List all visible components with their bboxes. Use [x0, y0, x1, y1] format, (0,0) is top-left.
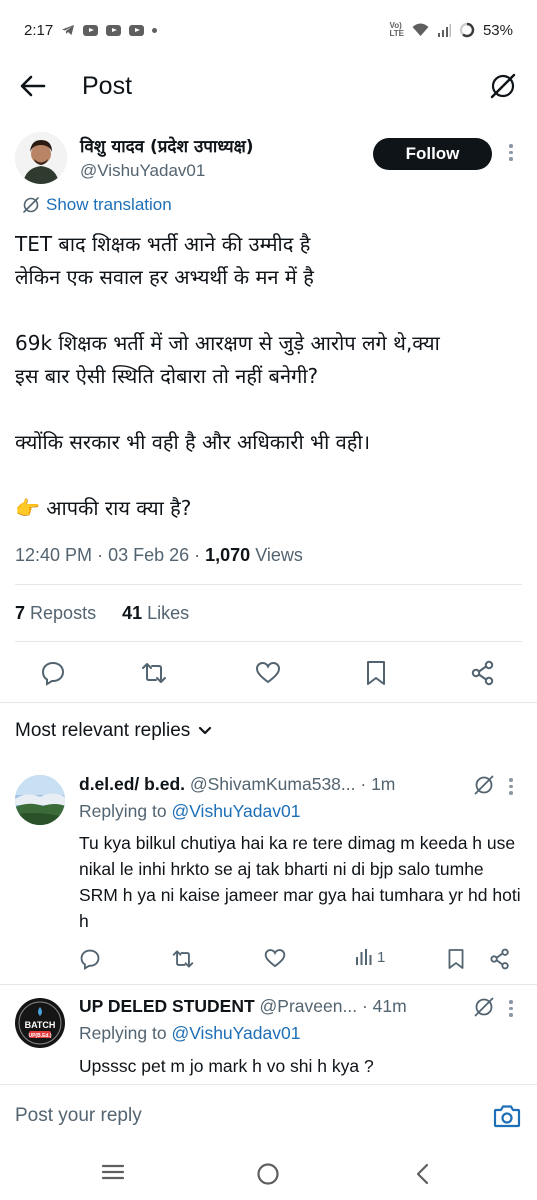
- divider: [0, 984, 537, 985]
- wifi-icon: [412, 23, 429, 37]
- heart-icon[interactable]: [264, 948, 286, 969]
- likes-label: Likes: [147, 603, 190, 623]
- share-icon[interactable]: [469, 659, 497, 687]
- likes-count: 41: [122, 603, 143, 623]
- reply-author: UP DELED STUDENT @Praveen... · 41m: [79, 996, 407, 1016]
- divider: [0, 702, 537, 703]
- divider: [15, 584, 522, 585]
- avatar[interactable]: [15, 775, 65, 825]
- page-title: Post: [82, 71, 133, 100]
- home-icon[interactable]: [256, 1162, 280, 1191]
- post-meta: 12:40 PM · 03 Feb 26 · 1,070 Views: [15, 545, 303, 565]
- replying-to-prefix: Replying to: [79, 1023, 167, 1043]
- more-options-icon[interactable]: [509, 1000, 515, 1020]
- replying-to-mention[interactable]: @VishuYadav01: [171, 1023, 300, 1043]
- post-line: 69k शिक्षक भर्ती में जो आरक्षण से जुड़े …: [15, 331, 440, 355]
- status-bar: 2:17 Vo) LTE 53%: [0, 0, 537, 60]
- reply-author-handle[interactable]: @Praveen...: [260, 996, 358, 1016]
- views-icon: [355, 948, 373, 966]
- heart-icon[interactable]: [254, 659, 282, 687]
- telegram-icon: [61, 24, 75, 36]
- post-line: क्योंकि सरकार भी वही है और अधिकारी भी वह…: [15, 430, 371, 454]
- post-line: 👉 आपकी राय क्या है?: [15, 496, 192, 520]
- reply-icon[interactable]: [39, 659, 67, 687]
- reply-time: 1m: [371, 774, 396, 794]
- more-notifications-icon: [152, 27, 158, 33]
- grok-icon[interactable]: [489, 72, 517, 100]
- replying-to: Replying to @VishuYadav01: [79, 801, 300, 822]
- author-name[interactable]: विशु यादव (प्रदेश उपाध्यक्ष): [80, 134, 254, 157]
- reply-text: Upsssc pet m jo mark h vo shi h kya ?: [79, 1056, 374, 1076]
- post-author: विशु यादव (प्रदेश उपाध्यक्ष) @VishuYadav…: [15, 128, 525, 188]
- post-date: 03 Feb 26: [108, 545, 190, 565]
- replying-to-mention[interactable]: @VishuYadav01: [171, 801, 300, 821]
- replies-sort-dropdown[interactable]: Most relevant replies: [15, 720, 212, 742]
- chevron-down-icon: [198, 726, 212, 736]
- reply-actions: 1: [0, 945, 537, 975]
- back-icon[interactable]: [414, 1162, 430, 1191]
- battery-percent: 53%: [482, 21, 513, 39]
- reply-item[interactable]: BATCH UP(B.Ed.) UP DELED STUDENT @Pravee…: [15, 992, 525, 1084]
- avatar[interactable]: BATCH UP(B.Ed.): [15, 998, 65, 1048]
- reply-author: d.el.ed/ b.ed. @ShivamKuma538... · 1m: [79, 774, 396, 794]
- reply-author-name[interactable]: d.el.ed/ b.ed.: [79, 774, 185, 794]
- replies-header-label: Most relevant replies: [15, 720, 191, 741]
- more-options-icon[interactable]: [509, 144, 515, 164]
- reply-input[interactable]: Post your reply: [15, 1105, 142, 1127]
- follow-button[interactable]: Follow: [373, 138, 492, 170]
- reply-composer: Post your reply: [0, 1084, 537, 1148]
- author-handle[interactable]: @VishuYadav01: [80, 161, 205, 181]
- bookmark-icon[interactable]: [447, 948, 465, 970]
- post-line: TET बाद शिक्षक भर्ती आने की उम्मीद है: [15, 232, 311, 256]
- recent-apps-icon[interactable]: [101, 1162, 125, 1187]
- reply-text: Tu kya bilkul chutiya hai ka re tere dim…: [79, 833, 521, 931]
- avatar-text: BATCH: [25, 1020, 56, 1030]
- reposts-label: Reposts: [30, 603, 97, 623]
- signal-icon: [437, 23, 451, 37]
- views-label[interactable]: Views: [255, 545, 303, 565]
- avatar-text: UP(B.Ed.): [28, 1033, 51, 1039]
- status-time: 2:17: [24, 21, 54, 39]
- views-stat[interactable]: 1: [355, 948, 385, 966]
- battery-icon: [459, 22, 475, 38]
- views-count: 1,070: [205, 545, 251, 565]
- replying-to-prefix: Replying to: [79, 801, 167, 821]
- volte-icon: Vo) LTE: [389, 21, 404, 38]
- reply-icon[interactable]: [79, 948, 101, 970]
- replying-to: Replying to @VishuYadav01: [79, 1023, 300, 1044]
- reply-time: 41m: [372, 996, 407, 1016]
- top-bar: Post: [0, 60, 537, 112]
- repost-icon[interactable]: [171, 948, 195, 970]
- post-line: लेकिन एक सवाल हर अभ्यर्थी के मन में है: [15, 265, 314, 289]
- bookmark-icon[interactable]: [362, 659, 390, 687]
- more-options-icon[interactable]: [509, 778, 515, 798]
- grok-icon[interactable]: [473, 996, 495, 1023]
- grok-icon[interactable]: [473, 774, 495, 801]
- post-line: इस बार ऐसी स्थिति दोबारा तो नहीं बनेगी?: [15, 364, 319, 388]
- show-translation-label: Show translation: [46, 195, 172, 214]
- post-text: TET बाद शिक्षक भर्ती आने की उम्मीद है ले…: [15, 228, 525, 525]
- post-stats: 7 Reposts 41 Likes: [15, 603, 189, 624]
- post-actions: [0, 655, 537, 691]
- reposts-count: 7: [15, 603, 26, 623]
- likes-stat[interactable]: 41 Likes: [122, 603, 189, 623]
- avatar[interactable]: [15, 132, 67, 184]
- arrow-left-icon[interactable]: [20, 75, 46, 97]
- share-icon[interactable]: [489, 948, 511, 970]
- youtube-icon: [106, 24, 122, 36]
- reposts-stat[interactable]: 7 Reposts: [15, 603, 96, 623]
- reply-author-name[interactable]: UP DELED STUDENT: [79, 996, 255, 1016]
- repost-icon[interactable]: [140, 659, 168, 687]
- system-nav-bar: [0, 1148, 537, 1200]
- reply-item[interactable]: d.el.ed/ b.ed. @ShivamKuma538... · 1m Re…: [15, 770, 525, 980]
- grok-icon: [22, 196, 40, 214]
- views-count: 1: [377, 948, 386, 966]
- divider: [15, 641, 522, 642]
- reply-author-handle[interactable]: @ShivamKuma538...: [190, 774, 356, 794]
- show-translation-link[interactable]: Show translation: [22, 195, 172, 215]
- youtube-icon: [129, 24, 145, 36]
- post-time: 12:40 PM: [15, 545, 93, 565]
- youtube-icon: [83, 24, 99, 36]
- camera-icon[interactable]: [493, 1103, 521, 1129]
